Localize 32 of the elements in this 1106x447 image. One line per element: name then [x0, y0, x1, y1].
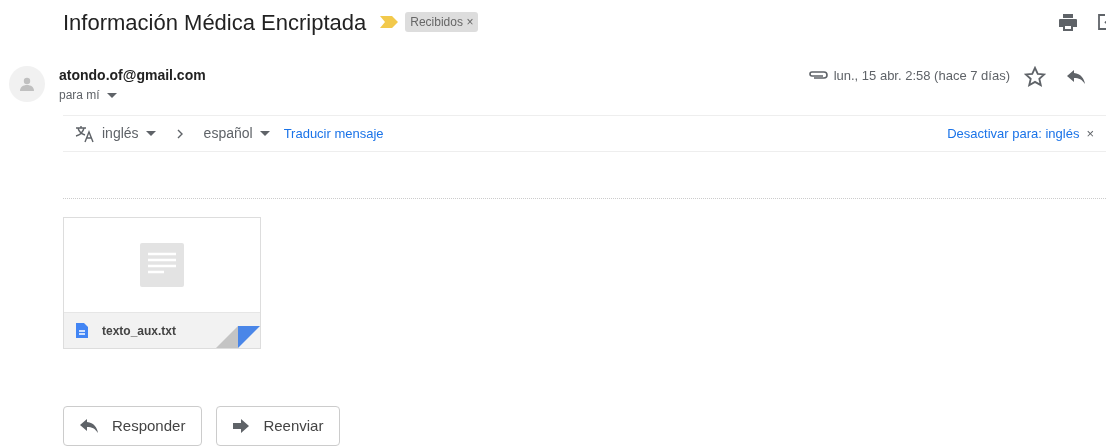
caret-icon — [145, 131, 156, 137]
translate-icon — [75, 124, 95, 143]
caret-icon — [259, 131, 270, 137]
close-button[interactable]: × — [1086, 124, 1094, 144]
caret-icon — [106, 93, 117, 98]
reply-icon[interactable] — [1067, 69, 1085, 84]
label-text: Recibidos — [410, 14, 463, 31]
disable-translation-link[interactable]: Desactivar para: inglés — [947, 124, 1080, 144]
sender-email: atondo.of@gmail.com — [59, 66, 206, 85]
attachment-name: texto_aux.txt — [102, 322, 177, 340]
document-icon — [140, 243, 184, 288]
target-language-dropdown[interactable]: español — [203, 123, 253, 145]
page-corner-drawing — [216, 326, 260, 349]
paperclip-icon — [807, 69, 828, 80]
star-icon[interactable] — [1024, 66, 1046, 88]
email-date: lun., 15 abr. 2:58 (hace 7 días) — [833, 67, 1010, 85]
reply-icon — [80, 419, 98, 434]
label-chip[interactable]: Recibidos × — [405, 12, 479, 32]
chevron-right-icon — [176, 128, 183, 139]
file-icon — [76, 323, 88, 339]
forward-button[interactable]: Reenviar — [216, 406, 341, 447]
email-subject: Información Médica Encriptada — [63, 8, 367, 37]
forward-icon — [233, 419, 250, 434]
importance-marker-icon — [380, 16, 399, 28]
person-icon — [20, 77, 34, 91]
translate-message-link[interactable]: Traducir mensaje — [283, 124, 384, 144]
source-language-dropdown[interactable]: inglés — [102, 123, 139, 145]
remove-label-button[interactable]: × — [466, 13, 474, 31]
attachment-card[interactable]: texto_aux.txt — [63, 217, 261, 350]
print-icon[interactable] — [1059, 13, 1077, 31]
recipient-text[interactable]: para mí — [59, 87, 100, 104]
reply-button[interactable]: Responder — [63, 406, 203, 447]
